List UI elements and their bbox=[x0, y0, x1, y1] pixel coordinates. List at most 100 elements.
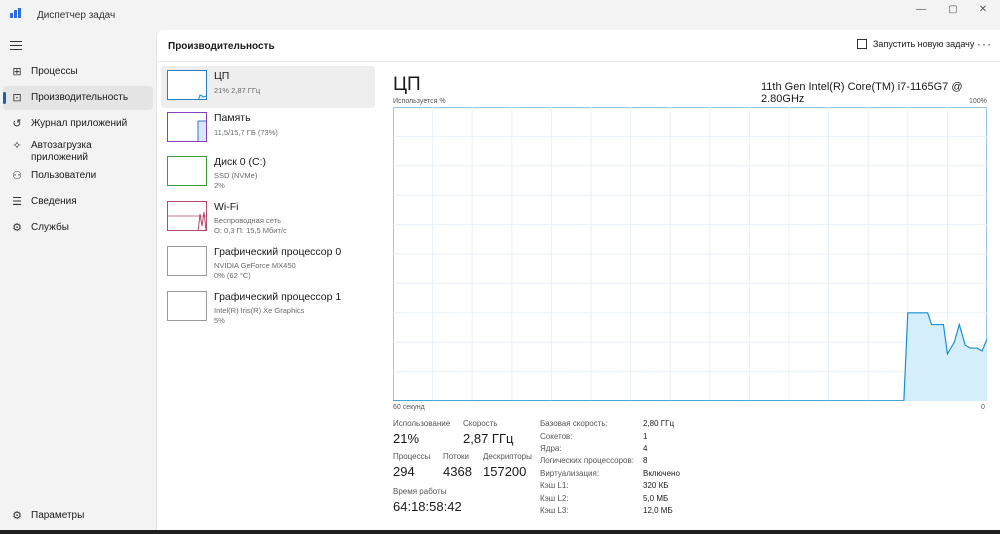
more-options-button[interactable]: ··· bbox=[977, 37, 992, 51]
uptime-label: Время работы bbox=[393, 487, 447, 496]
maximize-button[interactable]: ▢ bbox=[938, 4, 968, 20]
cpu-thumbnail-graph bbox=[167, 70, 207, 100]
sidebar-item-label: Службы bbox=[31, 222, 69, 233]
resource-detail: 2% bbox=[214, 181, 225, 190]
sidebar-item-label: Производительность bbox=[31, 92, 129, 103]
resource-detail: 11,5/15,7 ГБ (73%) bbox=[214, 128, 278, 137]
resource-detail: Беспроводная сеть bbox=[214, 216, 282, 225]
min-value-label: 0 bbox=[981, 404, 985, 411]
spec-key: Кэш L2: bbox=[540, 494, 569, 503]
spec-value: 320 КБ bbox=[643, 481, 669, 490]
app-history-icon: ↺ bbox=[12, 118, 22, 130]
cpu-usage-graph bbox=[393, 107, 987, 401]
divider bbox=[157, 61, 1000, 62]
spec-key: Логических процессоров: bbox=[540, 456, 634, 465]
spec-key: Виртуализация: bbox=[540, 469, 600, 478]
sidebar-item-label: Параметры bbox=[31, 510, 85, 521]
usage-value: 21% bbox=[393, 431, 420, 446]
cpu-model: 11th Gen Intel(R) Core(TM) i7-1165G7 @ 2… bbox=[761, 81, 963, 105]
new-task-icon bbox=[857, 39, 867, 49]
sidebar-item-details[interactable]: ☰ Сведения bbox=[3, 190, 153, 214]
spec-value: 12,0 МБ bbox=[643, 506, 673, 515]
wifi-thumbnail-graph bbox=[167, 201, 207, 231]
resource-detail: SSD (NVMe) bbox=[214, 171, 258, 180]
hamburger-menu-icon[interactable] bbox=[10, 41, 22, 51]
sidebar-item-label: Автозагрузка приложений bbox=[31, 140, 92, 163]
sidebar-item-label: Пользователи bbox=[31, 170, 97, 181]
resource-detail: 0% (62 °C) bbox=[214, 271, 251, 280]
details-icon: ☰ bbox=[12, 196, 22, 208]
run-new-task-button[interactable]: Запустить новую задачу bbox=[857, 39, 974, 49]
sidebar-item-processes[interactable]: ⊞ Процессы bbox=[3, 60, 153, 84]
spec-key: Ядра: bbox=[540, 444, 562, 453]
resource-item-cpu[interactable]: ЦП 21% 2,87 ГГц bbox=[161, 66, 375, 108]
resource-name: Диск 0 (C:) bbox=[214, 156, 266, 168]
taskbar-edge bbox=[0, 530, 1000, 534]
page-title: Производительность bbox=[168, 41, 275, 52]
spec-value: 5,0 МБ bbox=[643, 494, 669, 503]
resource-name: Графический процессор 0 bbox=[214, 246, 342, 258]
users-icon: ⚇ bbox=[12, 170, 22, 182]
processes-icon: ⊞ bbox=[12, 66, 22, 78]
max-value-label: 100% bbox=[969, 98, 987, 105]
spec-key: Кэш L1: bbox=[540, 481, 569, 490]
spec-value: 4 bbox=[643, 444, 648, 453]
sidebar-item-app-history[interactable]: ↺ Журнал приложений bbox=[3, 112, 153, 136]
detail-title: ЦП bbox=[393, 74, 421, 95]
sidebar-item-label: Сведения bbox=[31, 196, 77, 207]
usage-label: Использование bbox=[393, 419, 451, 428]
processes-label: Процессы bbox=[393, 452, 431, 461]
gpu0-thumbnail-graph bbox=[167, 246, 207, 276]
resource-detail: О: 0,3 П: 15,5 Мбит/с bbox=[214, 226, 287, 235]
resource-item-memory[interactable]: Память 11,5/15,7 ГБ (73%) bbox=[161, 108, 375, 150]
spec-key: Кэш L3: bbox=[540, 506, 569, 515]
gear-icon: ⚙ bbox=[12, 510, 22, 522]
disk-thumbnail-graph bbox=[167, 156, 207, 186]
sidebar-item-performance[interactable]: ⊡ Производительность bbox=[3, 86, 153, 110]
handles-value: 157200 bbox=[483, 464, 527, 479]
sidebar-item-label: Журнал приложений bbox=[31, 118, 128, 129]
minimize-button[interactable]: — bbox=[906, 4, 936, 20]
speed-value: 2,87 ГГц bbox=[463, 431, 514, 446]
resource-detail: 21% 2,87 ГГц bbox=[214, 86, 261, 95]
processes-value: 294 bbox=[393, 464, 415, 479]
sidebar-item-services[interactable]: ⚙ Службы bbox=[3, 216, 153, 240]
gpu1-thumbnail-graph bbox=[167, 291, 207, 321]
main-panel: Производительность Запустить новую задач… bbox=[156, 30, 1000, 534]
sidebar-item-startup[interactable]: ✧ Автозагрузка приложений bbox=[3, 138, 153, 166]
resource-name: Графический процессор 1 bbox=[214, 291, 342, 303]
spec-value: Включено bbox=[643, 469, 680, 478]
resource-detail: 5% bbox=[214, 316, 225, 325]
resource-name: ЦП bbox=[214, 70, 230, 82]
resource-item-gpu1[interactable]: Графический процессор 1 Intel(R) Iris(R)… bbox=[161, 287, 375, 329]
resource-item-gpu0[interactable]: Графический процессор 0 NVIDIA GeForce M… bbox=[161, 242, 375, 284]
sidebar: ⊞ Процессы ⊡ Производительность ↺ Журнал… bbox=[0, 30, 156, 534]
memory-thumbnail-graph bbox=[167, 112, 207, 142]
uptime-value: 64:18:58:42 bbox=[393, 499, 462, 514]
spec-key: Сокетов: bbox=[540, 432, 573, 441]
time-axis-label: 60 секунд bbox=[393, 404, 425, 411]
services-icon: ⚙ bbox=[12, 222, 22, 234]
resource-item-wifi[interactable]: Wi-Fi Беспроводная сеть О: 0,3 П: 15,5 М… bbox=[161, 197, 375, 239]
sidebar-item-users[interactable]: ⚇ Пользователи bbox=[3, 164, 153, 188]
resource-detail: Intel(R) Iris(R) Xe Graphics bbox=[214, 306, 305, 315]
threads-value: 4368 bbox=[443, 464, 472, 479]
window-title: Диспетчер задач bbox=[37, 10, 116, 21]
run-new-task-label: Запустить новую задачу bbox=[873, 39, 975, 49]
sidebar-item-label: Процессы bbox=[31, 66, 78, 77]
spec-value: 2,80 ГГц bbox=[643, 419, 675, 428]
spec-key: Базовая скорость: bbox=[540, 419, 608, 428]
resource-name: Память bbox=[214, 112, 251, 124]
resource-name: Wi-Fi bbox=[214, 201, 239, 213]
task-manager-icon bbox=[10, 8, 22, 18]
usage-axis-label: Используется % bbox=[393, 98, 446, 105]
close-button[interactable]: ✕ bbox=[968, 4, 998, 20]
spec-value: 8 bbox=[643, 456, 648, 465]
performance-icon: ⊡ bbox=[12, 92, 22, 104]
resource-item-disk[interactable]: Диск 0 (C:) SSD (NVMe) 2% bbox=[161, 152, 375, 194]
spec-value: 1 bbox=[643, 432, 648, 441]
speed-label: Скорость bbox=[463, 419, 498, 428]
sidebar-item-settings[interactable]: ⚙ Параметры bbox=[3, 504, 153, 528]
handles-label: Дескрипторы bbox=[483, 452, 532, 461]
resource-detail: NVIDIA GeForce MX450 bbox=[214, 261, 296, 270]
